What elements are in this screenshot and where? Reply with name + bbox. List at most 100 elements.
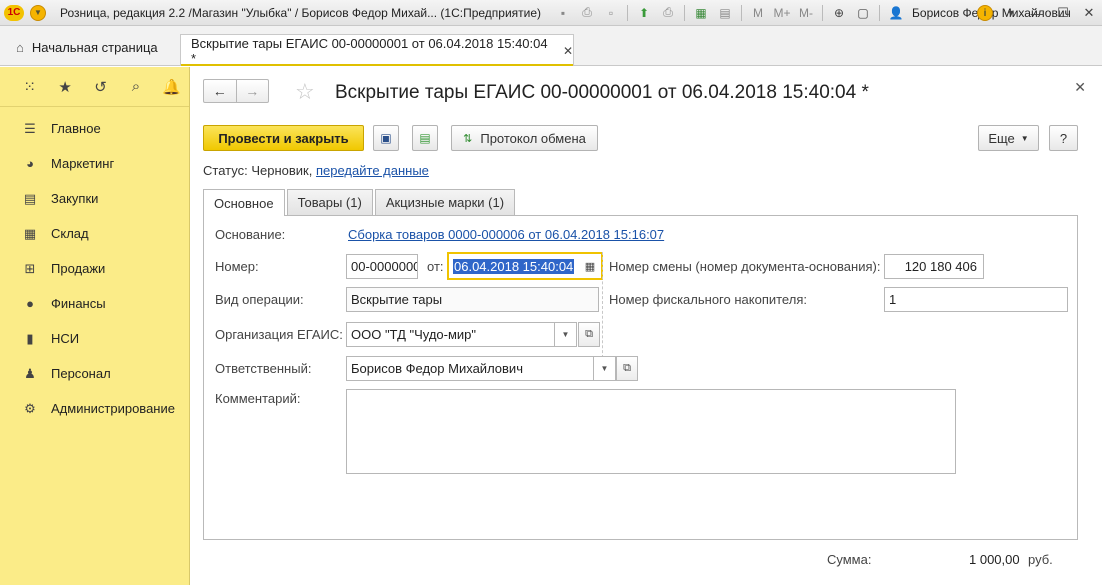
favorites-star-icon[interactable]: ★ [47, 78, 82, 96]
form-tabs: Основное Товары (1) Акцизные марки (1) [203, 189, 517, 216]
calendar-picker-icon[interactable]: ▦ [580, 256, 600, 277]
sidebar-item-reference[interactable]: ▮ НСИ [0, 321, 189, 356]
egais-org-open-icon[interactable]: ⧉ [578, 322, 600, 347]
upload-icon[interactable]: ⬆ [634, 3, 654, 23]
tab-excise-stamps[interactable]: Акцизные марки (1) [374, 189, 516, 215]
info-button[interactable]: i [972, 2, 998, 24]
basis-link[interactable]: Сборка товаров 0000-000006 от 06.04.2018… [348, 227, 664, 242]
save-icon[interactable]: ▪ [553, 3, 573, 23]
main-menu-button[interactable]: ▼ [30, 4, 46, 21]
tab-document[interactable]: Вскрытие тары ЕГАИС 00-00000001 от 06.04… [180, 34, 574, 66]
send-data-link[interactable]: передайте данные [316, 163, 429, 178]
sidebar-item-warehouse[interactable]: ▦ Склад [0, 216, 189, 251]
comment-textarea[interactable] [346, 389, 956, 474]
bell-icon[interactable]: 🔔 [154, 78, 189, 96]
number-field[interactable]: 00-0000000 [346, 254, 418, 279]
toolbar-divider [684, 4, 686, 21]
save-button[interactable]: ▣ [373, 125, 399, 151]
responsible-field[interactable]: Борисов Федор Михайлович [346, 356, 594, 381]
sidebar-item-sales[interactable]: ⊞ Продажи [0, 251, 189, 286]
zoom-icon[interactable]: ⊕ [829, 3, 849, 23]
page-title: Вскрытие тары ЕГАИС 00-00000001 от 06.04… [335, 82, 869, 103]
ruble-icon: ● [26, 296, 34, 311]
sidebar-toolbar: ⁙ ★ ↺ ⌕ 🔔 [0, 67, 189, 107]
calendar-icon[interactable]: ▤ [715, 3, 735, 23]
egais-org-field[interactable]: ООО "ТД "Чудо-мир" [346, 322, 555, 347]
preview-icon[interactable]: ▫ [601, 3, 621, 23]
sidebar-item-marketing[interactable]: ◕ Маркетинг [0, 146, 189, 181]
m-icon[interactable]: M [748, 3, 768, 23]
tab-close-icon[interactable]: ✕ [563, 44, 573, 58]
column-divider [602, 252, 603, 358]
fiscal-drive-field[interactable]: 1 [884, 287, 1068, 312]
sidebar-item-finance[interactable]: ● Финансы [0, 286, 189, 321]
sidebar-item-label: Главное [51, 121, 101, 136]
status-value: Черновик, [251, 163, 313, 178]
responsible-label: Ответственный: [215, 361, 312, 376]
status-label: Статус: [203, 163, 248, 178]
sidebar-sections: ☰ Главное ◕ Маркетинг ▤ Закупки ▦ Склад … [0, 107, 189, 426]
title-menu-icon[interactable]: ▼ [998, 2, 1024, 24]
tab-document-label: Вскрытие тары ЕГАИС 00-00000001 от 06.04… [191, 35, 548, 66]
egais-org-label: Организация ЕГАИС: [215, 327, 343, 342]
responsible-open-icon[interactable]: ⧉ [616, 356, 638, 381]
app-logo-icon: 1C [4, 4, 24, 21]
main-tab-panel: Основание: Сборка товаров 0000-000006 от… [203, 215, 1078, 540]
calculator-icon[interactable]: ▦ [691, 3, 711, 23]
operation-type-label: Вид операции: [215, 292, 304, 307]
fiscal-drive-label: Номер фискального накопителя: [609, 292, 807, 307]
form-close-icon[interactable]: ✕ [1074, 79, 1086, 96]
tab-goods[interactable]: Товары (1) [286, 189, 373, 215]
maximize-icon[interactable]: ☐ [1050, 2, 1076, 24]
sidebar-item-label: Финансы [51, 296, 106, 311]
window-icon[interactable]: ▢ [853, 3, 873, 23]
exchange-log-label: Протокол обмена [480, 130, 586, 146]
egais-org-dropdown-icon[interactable]: ▼ [555, 322, 577, 347]
tab-home[interactable]: ⌂ Начальная страница [0, 36, 158, 58]
responsible-dropdown-icon[interactable]: ▼ [594, 356, 616, 381]
sidebar-item-label: Склад [51, 226, 89, 241]
print-icon[interactable]: ⎙ [577, 3, 597, 23]
basket-icon: ⊞ [24, 260, 36, 276]
back-arrow-icon[interactable]: ← [204, 80, 236, 102]
info-icon: i [977, 5, 993, 21]
close-icon[interactable]: ✕ [1076, 2, 1102, 24]
favorite-star-icon[interactable]: ☆ [295, 79, 315, 105]
post-button[interactable]: ▤ [412, 125, 438, 151]
cart-icon: ▤ [23, 190, 37, 206]
total-label: Сумма: [827, 552, 872, 567]
sidebar-item-label: Персонал [51, 366, 111, 381]
comment-label: Комментарий: [215, 391, 301, 406]
chevron-down-icon: ▼ [1020, 133, 1029, 143]
more-button[interactable]: Еще ▼ [978, 125, 1039, 151]
sidebar-item-main[interactable]: ☰ Главное [0, 111, 189, 146]
help-button[interactable]: ? [1049, 125, 1078, 151]
minimize-icon[interactable]: — [1024, 2, 1050, 24]
tab-main[interactable]: Основное [203, 189, 285, 216]
history-icon[interactable]: ↺ [83, 78, 118, 96]
apps-grid-icon[interactable]: ⁙ [12, 78, 47, 96]
search-icon[interactable]: ⌕ [118, 78, 153, 95]
m-plus-icon[interactable]: M+ [772, 3, 792, 23]
menu-icon: ☰ [24, 120, 36, 136]
pie-chart-icon: ◕ [26, 156, 34, 171]
window-controls: i ▼ — ☐ ✕ [972, 0, 1102, 26]
toolbar-divider [879, 4, 881, 21]
m-minus-icon[interactable]: M- [796, 3, 816, 23]
sidebar-item-label: Маркетинг [51, 156, 115, 171]
sidebar-item-purchases[interactable]: ▤ Закупки [0, 181, 189, 216]
date-from-label: от: [427, 259, 444, 274]
exchange-log-button[interactable]: ⇅ Протокол обмена [451, 125, 598, 151]
total-value: 1 000,00 [969, 552, 1020, 567]
forward-arrow-icon[interactable]: → [235, 80, 269, 102]
sidebar-item-staff[interactable]: ♟ Персонал [0, 356, 189, 391]
total-currency: руб. [1028, 552, 1053, 567]
shift-number-field[interactable]: 120 180 406 [884, 254, 984, 279]
sidebar: ⁙ ★ ↺ ⌕ 🔔 ☰ Главное ◕ Маркетинг ▤ Закупк… [0, 67, 190, 585]
sidebar-item-admin[interactable]: ⚙ Администрирование [0, 391, 189, 426]
print2-icon[interactable]: ⎙ [658, 3, 678, 23]
person-icon: ♟ [24, 365, 36, 381]
post-and-close-button[interactable]: Провести и закрыть [203, 125, 364, 151]
basis-label: Основание: [215, 227, 286, 242]
sidebar-item-label: Закупки [51, 191, 99, 206]
